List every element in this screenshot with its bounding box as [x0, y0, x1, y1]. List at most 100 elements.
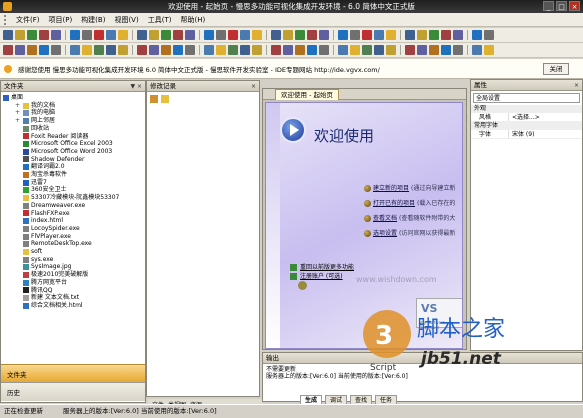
toolbar-button-icon[interactable]	[441, 45, 451, 55]
folder-open-icon[interactable]	[161, 95, 169, 103]
toolbar-button-icon[interactable]	[137, 45, 147, 55]
toolbar-button-icon[interactable]	[252, 30, 262, 40]
tab-start-page[interactable]: 欢迎使用 - 起始页	[275, 89, 339, 100]
toolbar-button-icon[interactable]	[94, 45, 104, 55]
toolbar-button-icon[interactable]	[362, 30, 372, 40]
tree-item[interactable]: Microsoft Office Word 2003	[3, 148, 145, 156]
toolbar-button-icon[interactable]	[94, 30, 104, 40]
tree-item[interactable]: 迅雷7	[3, 179, 145, 187]
welcome-link[interactable]: 打开已有的项目	[373, 196, 415, 211]
toolbar-button-icon[interactable]	[338, 30, 348, 40]
toolbar-button-icon[interactable]	[307, 45, 317, 55]
toolbar-button-icon[interactable]	[204, 45, 214, 55]
toolbar-button-icon[interactable]	[106, 30, 116, 40]
tree-item[interactable]: + 我的电脑	[3, 109, 145, 117]
menu-tools[interactable]: 工具(T)	[148, 15, 172, 25]
toolbar-button-icon[interactable]	[484, 45, 494, 55]
toolbar-button-icon[interactable]	[149, 30, 159, 40]
toolbar-button-icon[interactable]	[51, 30, 61, 40]
toolbar-button-icon[interactable]	[271, 45, 281, 55]
toolbar-button-icon[interactable]	[228, 30, 238, 40]
tree-item[interactable]: 极速2010完美破解版	[3, 271, 145, 279]
toolbar-button-icon[interactable]	[350, 30, 360, 40]
toolbar-button-icon[interactable]	[417, 30, 427, 40]
toolbar-button-icon[interactable]	[70, 30, 80, 40]
menu-build[interactable]: 构建(B)	[81, 15, 105, 25]
toolbar-button-icon[interactable]	[350, 45, 360, 55]
expand-icon[interactable]: +	[15, 102, 21, 110]
toolbar-button-icon[interactable]	[137, 30, 147, 40]
toolbar-button-icon[interactable]	[295, 45, 305, 55]
panel-pin-icon[interactable]: ▼ ×	[130, 81, 142, 92]
info-close-button[interactable]: 关闭	[543, 62, 569, 75]
toolbar-button-icon[interactable]	[405, 30, 415, 40]
tree-item[interactable]: LocoySpider.exe	[3, 225, 145, 233]
maximize-button[interactable]: □	[556, 1, 567, 11]
toolbar-button-icon[interactable]	[240, 30, 250, 40]
tree-item[interactable]: 新建 文本文档.txt	[3, 294, 145, 302]
toolbar-button-icon[interactable]	[362, 45, 372, 55]
toolbar-button-icon[interactable]	[173, 45, 183, 55]
menu-help[interactable]: 帮助(H)	[180, 15, 205, 25]
tree-item[interactable]: FlVPlayer.exe	[3, 233, 145, 241]
expand-icon[interactable]: +	[15, 109, 21, 117]
property-row[interactable]: 风格 <选择...>	[471, 113, 582, 122]
toolbar-button-icon[interactable]	[118, 30, 128, 40]
tree-item[interactable]: sys.exe	[3, 256, 145, 264]
toolbar-button-icon[interactable]	[295, 30, 305, 40]
toolbar-button-icon[interactable]	[319, 30, 329, 40]
toolbar-button-icon[interactable]	[283, 45, 293, 55]
toolbar-button-icon[interactable]	[185, 30, 195, 40]
toolbar-button-icon[interactable]	[240, 45, 250, 55]
toolbar-button-icon[interactable]	[3, 30, 13, 40]
toolbar-button-icon[interactable]	[417, 45, 427, 55]
toolbar-button-icon[interactable]	[39, 45, 49, 55]
toolbar-button-icon[interactable]	[149, 45, 159, 55]
toolbar-button-icon[interactable]	[3, 45, 13, 55]
tree-item[interactable]: Shadow Defender	[3, 156, 145, 164]
toolbar-button-icon[interactable]	[15, 30, 25, 40]
minimize-button[interactable]: _	[543, 1, 554, 11]
section-appearance[interactable]: 外观	[471, 105, 582, 113]
tree-item[interactable]: 桌面	[3, 94, 145, 102]
tree-item[interactable]: RemoteDeskTop.exe	[3, 240, 145, 248]
toolbar-button-icon[interactable]	[283, 30, 293, 40]
toolbar-button-icon[interactable]	[338, 45, 348, 55]
tree-item[interactable]: 综合文档相关.html	[3, 302, 145, 310]
tree-item[interactable]: 淘宝杀毒软件	[3, 171, 145, 179]
toolbar-button-icon[interactable]	[252, 45, 262, 55]
welcome-link[interactable]: 建立新的项目	[373, 181, 409, 196]
tree-item[interactable]: + 我的文档	[3, 102, 145, 110]
tree-item[interactable]: 360安全卫士	[3, 186, 145, 194]
tree-item[interactable]: FlashFXP.exe	[3, 210, 145, 218]
history-close-icon[interactable]: ×	[251, 81, 256, 92]
toolbar-button-icon[interactable]	[307, 30, 317, 40]
toolbar-button-icon[interactable]	[472, 30, 482, 40]
toolbar-button-icon[interactable]	[106, 45, 116, 55]
toolbar-button-icon[interactable]	[27, 30, 37, 40]
toolbar-button-icon[interactable]	[429, 30, 439, 40]
toolbar-button-icon[interactable]	[484, 30, 494, 40]
tab-history[interactable]: 历史	[1, 382, 145, 401]
toolbar-button-icon[interactable]	[216, 45, 226, 55]
menu-view[interactable]: 视图(V)	[114, 15, 138, 25]
tree-item[interactable]: 翻译词霸2.0	[3, 163, 145, 171]
toolbar-button-icon[interactable]	[228, 45, 238, 55]
tree-item[interactable]: index.html	[3, 217, 145, 225]
toolbar-button-icon[interactable]	[319, 45, 329, 55]
tree-item[interactable]: soft	[3, 248, 145, 256]
toolbar-button-icon[interactable]	[374, 45, 384, 55]
toolbar-button-icon[interactable]	[82, 30, 92, 40]
close-button[interactable]: ×	[569, 1, 580, 11]
toolbar-button-icon[interactable]	[15, 45, 25, 55]
toolbar-button-icon[interactable]	[216, 30, 226, 40]
toolbar-button-icon[interactable]	[441, 30, 451, 40]
property-row[interactable]: 字体 宋体 (9)	[471, 130, 582, 139]
toolbar-button-icon[interactable]	[118, 45, 128, 55]
tree-item[interactable]: Dreamweaver.exe	[3, 202, 145, 210]
toolbar-button-icon[interactable]	[185, 45, 195, 55]
toolbar-button-icon[interactable]	[386, 30, 396, 40]
tree-item[interactable]: 腾方网宽平台	[3, 279, 145, 287]
toolbar-button-icon[interactable]	[429, 45, 439, 55]
expand-icon[interactable]: +	[15, 117, 21, 125]
